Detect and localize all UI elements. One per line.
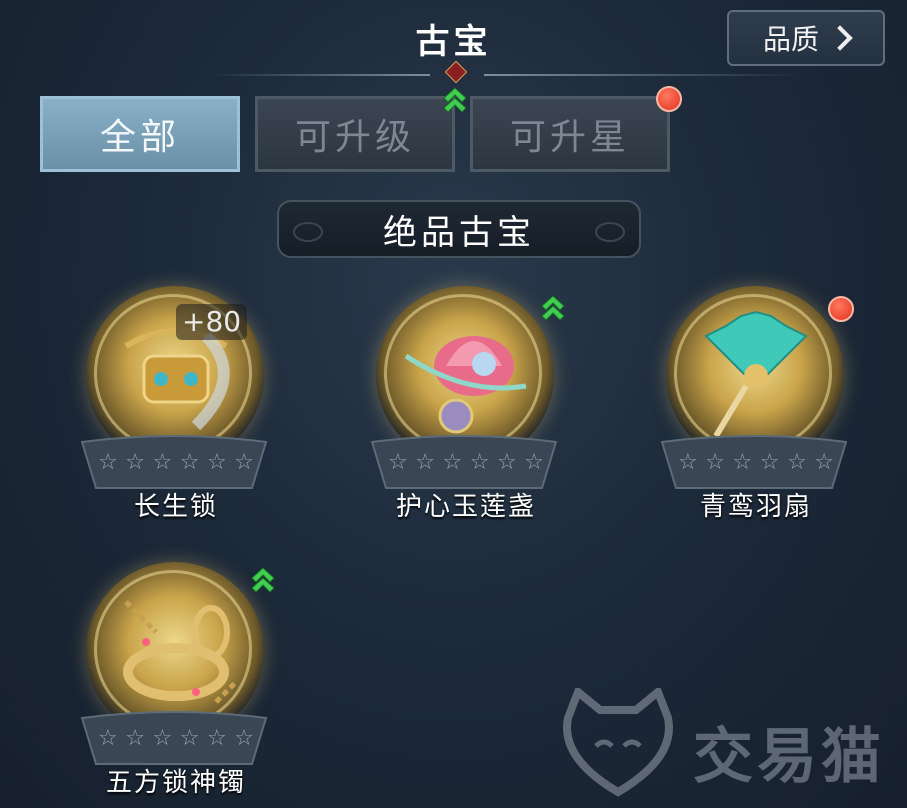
star-icon: ☆ [497, 450, 517, 475]
star-rating: ☆ ☆ ☆ ☆ ☆ ☆ [678, 450, 834, 475]
star-icon: ☆ [388, 450, 408, 475]
item-name: 五方锁神镯 [105, 768, 246, 798]
title-divider-right [484, 74, 804, 76]
tab-star-up[interactable]: 可升星 [470, 96, 670, 172]
star-icon: ☆ [814, 450, 834, 475]
star-icon: ☆ [179, 726, 200, 751]
star-icon: ☆ [442, 450, 463, 475]
star-icon: ☆ [207, 450, 227, 475]
star-icon: ☆ [179, 450, 200, 475]
treasure-item[interactable]: ☆ ☆ ☆ ☆ ☆ ☆ 护心玉莲盏 [366, 286, 566, 526]
jade-lotus-cup-icon [404, 336, 527, 434]
tab-upgradable-label: 可升级 [294, 117, 415, 158]
section-title: 绝品古宝 [383, 212, 535, 253]
star-icon: ☆ [152, 450, 173, 475]
watermark-text: 交易猫 [693, 722, 885, 792]
star-icon: ☆ [759, 450, 780, 475]
chevron-right-icon [827, 25, 853, 51]
enhance-level-badge: +80 [176, 304, 248, 340]
star-icon: ☆ [524, 450, 544, 475]
tab-star-up-label: 可升星 [509, 117, 630, 158]
star-icon: ☆ [234, 450, 254, 475]
star-rating: ☆ ☆ ☆ ☆ ☆ ☆ [98, 450, 254, 475]
star-rating: ☆ ☆ ☆ ☆ ☆ ☆ [388, 450, 544, 475]
star-icon: ☆ [732, 450, 753, 475]
watermark: 交易猫 [558, 685, 898, 798]
cat-logo-icon [563, 685, 673, 797]
star-icon: ☆ [98, 726, 118, 751]
quality-filter-button[interactable]: 品质 [727, 10, 885, 66]
tab-upgradable[interactable]: 可升级 [255, 96, 455, 172]
phoenix-feather-fan-icon [704, 310, 808, 438]
treasure-item[interactable]: ☆ ☆ ☆ ☆ ☆ ☆ 青鸾羽扇 [656, 286, 856, 526]
section-header: 绝品古宝 [277, 200, 641, 258]
title-divider-left [210, 74, 430, 76]
ornament-left-icon [293, 222, 323, 242]
star-icon: ☆ [125, 726, 145, 751]
star-rating: ☆ ☆ ☆ ☆ ☆ ☆ [98, 726, 254, 751]
quality-filter-label: 品质 [762, 23, 819, 56]
red-dot-badge [656, 86, 682, 112]
star-icon: ☆ [469, 450, 490, 475]
spirit-lock-bracelet-icon [123, 600, 238, 704]
star-icon: ☆ [125, 450, 145, 475]
star-icon: ☆ [678, 450, 698, 475]
ornament-right-icon [595, 222, 625, 242]
upgrade-arrow-icon [248, 562, 278, 593]
star-icon: ☆ [705, 450, 725, 475]
star-icon: ☆ [207, 726, 227, 751]
star-icon: ☆ [415, 450, 435, 475]
tab-all[interactable]: 全部 [40, 96, 240, 172]
item-name: 长生锁 [133, 492, 218, 522]
item-name: 青鸾羽扇 [699, 492, 812, 522]
star-icon: ☆ [234, 726, 254, 751]
title-ornament-icon [444, 60, 468, 84]
upgrade-arrow-icon [538, 290, 568, 321]
upgrade-arrow-icon [440, 82, 470, 113]
star-icon: ☆ [787, 450, 807, 475]
treasure-item[interactable]: +80 ☆ ☆ ☆ ☆ ☆ ☆ 长生锁 [76, 286, 276, 526]
tab-all-label: 全部 [99, 117, 180, 158]
star-icon: ☆ [98, 450, 118, 475]
red-dot-badge [828, 296, 854, 322]
item-name: 护心玉莲盏 [395, 492, 536, 522]
star-icon: ☆ [152, 726, 173, 751]
treasure-item[interactable]: ☆ ☆ ☆ ☆ ☆ ☆ 五方锁神镯 [76, 562, 276, 802]
